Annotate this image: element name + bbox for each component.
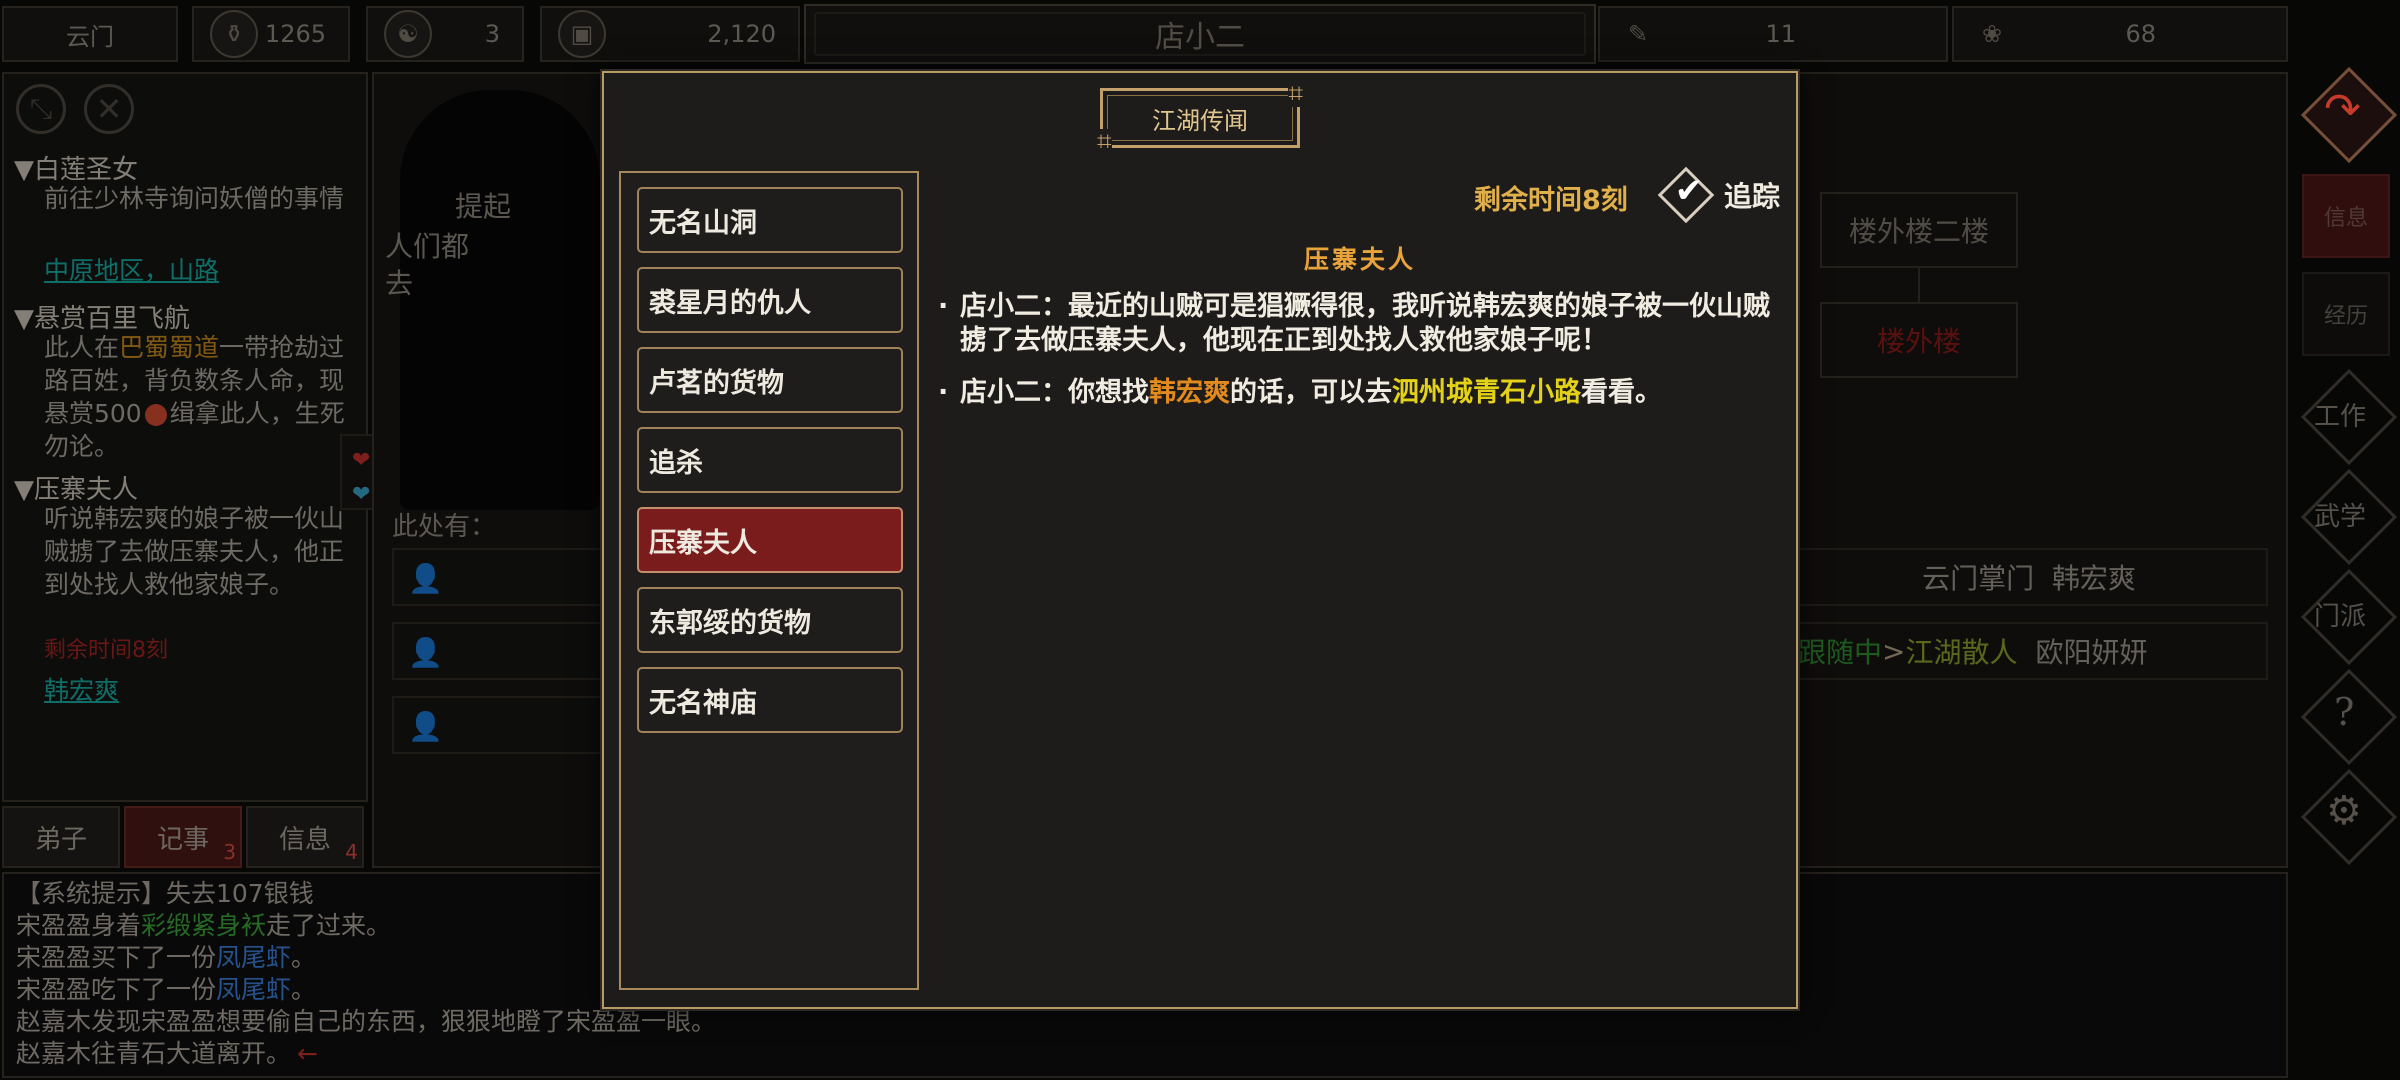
track-label: 追踪 (1724, 180, 1781, 213)
rumor-item[interactable]: 裘星月的仇人 (637, 267, 903, 333)
bullet: · (938, 291, 949, 322)
return-arrow-icon: ↷ (2324, 84, 2361, 135)
gear-icon: ⚙ (2326, 788, 2362, 834)
time-left: 剩余时间8刻 (1474, 185, 1628, 216)
dialog-title: 江湖传闻 (1152, 106, 1248, 135)
rumor-item-label: 追杀 (649, 447, 703, 479)
rumor-item-label: 裘星月的仇人 (649, 287, 811, 319)
rumor-item-label: 压寨夫人 (649, 527, 757, 559)
p2-place-link[interactable]: 泗州城青石小路 (1392, 377, 1581, 408)
rumor-item-label: 卢茗的货物 (649, 367, 784, 399)
rumor-item[interactable]: 无名山洞 (637, 187, 903, 253)
rumor-item[interactable]: 卢茗的货物 (637, 347, 903, 413)
rumor-item-selected[interactable]: 压寨夫人 (637, 507, 903, 573)
rumor-paragraph-1: · 店小二：最近的山贼可是猖獗得很，我听说韩宏爽的娘子被一伙山贼掳了去做压寨夫人… (938, 290, 1778, 358)
p2-person-link[interactable]: 韩宏爽 (1149, 377, 1230, 408)
p2-pre: 店小二：你想找 (960, 377, 1149, 408)
rumor-item-label: 无名山洞 (649, 207, 757, 239)
sidebar-sect-label: 门派 (2314, 602, 2367, 632)
help-icon: ? (2334, 690, 2355, 734)
p2-post: 看看。 (1581, 377, 1662, 408)
checkbox-checked-icon: ✔ (1657, 166, 1715, 224)
sidebar-work-label: 工作 (2314, 402, 2367, 432)
rumor-list: 无名山洞 裘星月的仇人 卢茗的货物 追杀 压寨夫人 东郭绥的货物 无名神庙 (619, 171, 919, 990)
rumor-heading: 压寨夫人 (1303, 245, 1416, 274)
rumor-paragraph-1-text: 店小二：最近的山贼可是猖獗得很，我听说韩宏爽的娘子被一伙山贼掳了去做压寨夫人，他… (960, 291, 1770, 356)
corner-ornament-icon: ⌗ (1097, 127, 1112, 157)
bullet: · (938, 377, 949, 408)
rumor-item[interactable]: 追杀 (637, 427, 903, 493)
rumor-item-label: 东郭绥的货物 (649, 607, 811, 639)
rumor-item[interactable]: 无名神庙 (637, 667, 903, 733)
rumor-item-label: 无名神庙 (649, 687, 757, 719)
rumor-paragraph-2: · 店小二：你想找韩宏爽的话，可以去泗州城青石小路看看。 (938, 376, 1778, 410)
corner-ornament-icon: ⌗ (1288, 79, 1303, 109)
track-toggle[interactable]: ✔ 追踪 (1657, 166, 1781, 224)
dialog-title-plaque: ⌗ ⌗ 江湖传闻 (1097, 81, 1303, 155)
sidebar-martial-label: 武学 (2314, 502, 2367, 532)
p2-mid: 的话，可以去 (1230, 377, 1392, 408)
rumor-item[interactable]: 东郭绥的货物 (637, 587, 903, 653)
